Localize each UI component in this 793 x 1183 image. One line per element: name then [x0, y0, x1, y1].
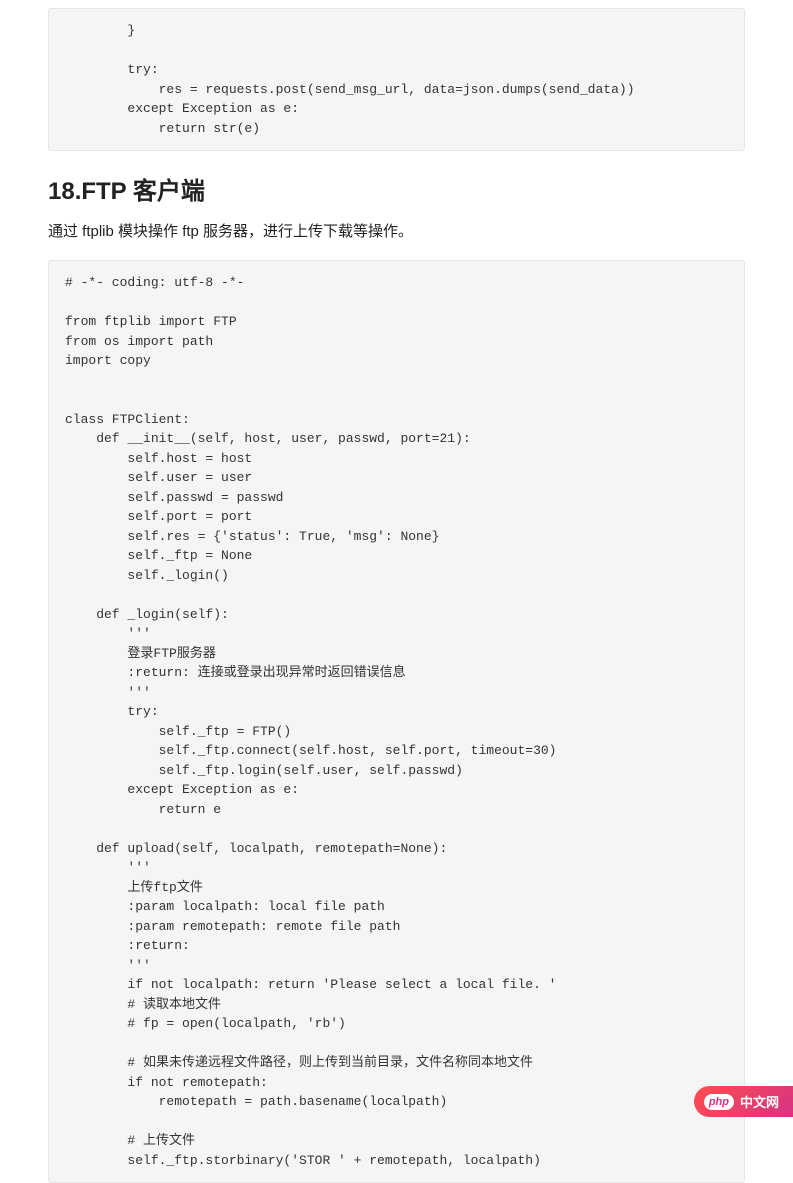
section-description: 通过 ftplib 模块操作 ftp 服务器，进行上传下载等操作。 — [48, 220, 745, 244]
site-badge[interactable]: php 中文网 — [694, 1086, 793, 1117]
section-heading: 18.FTP 客户端 — [48, 171, 745, 206]
code-block-snippet-1: } try: res = requests.post(send_msg_url,… — [48, 8, 745, 151]
code-block-ftp-client: # -*- coding: utf-8 -*- from ftplib impo… — [48, 260, 745, 1183]
site-badge-label: 中文网 — [740, 1092, 779, 1111]
php-logo-icon: php — [704, 1094, 734, 1110]
